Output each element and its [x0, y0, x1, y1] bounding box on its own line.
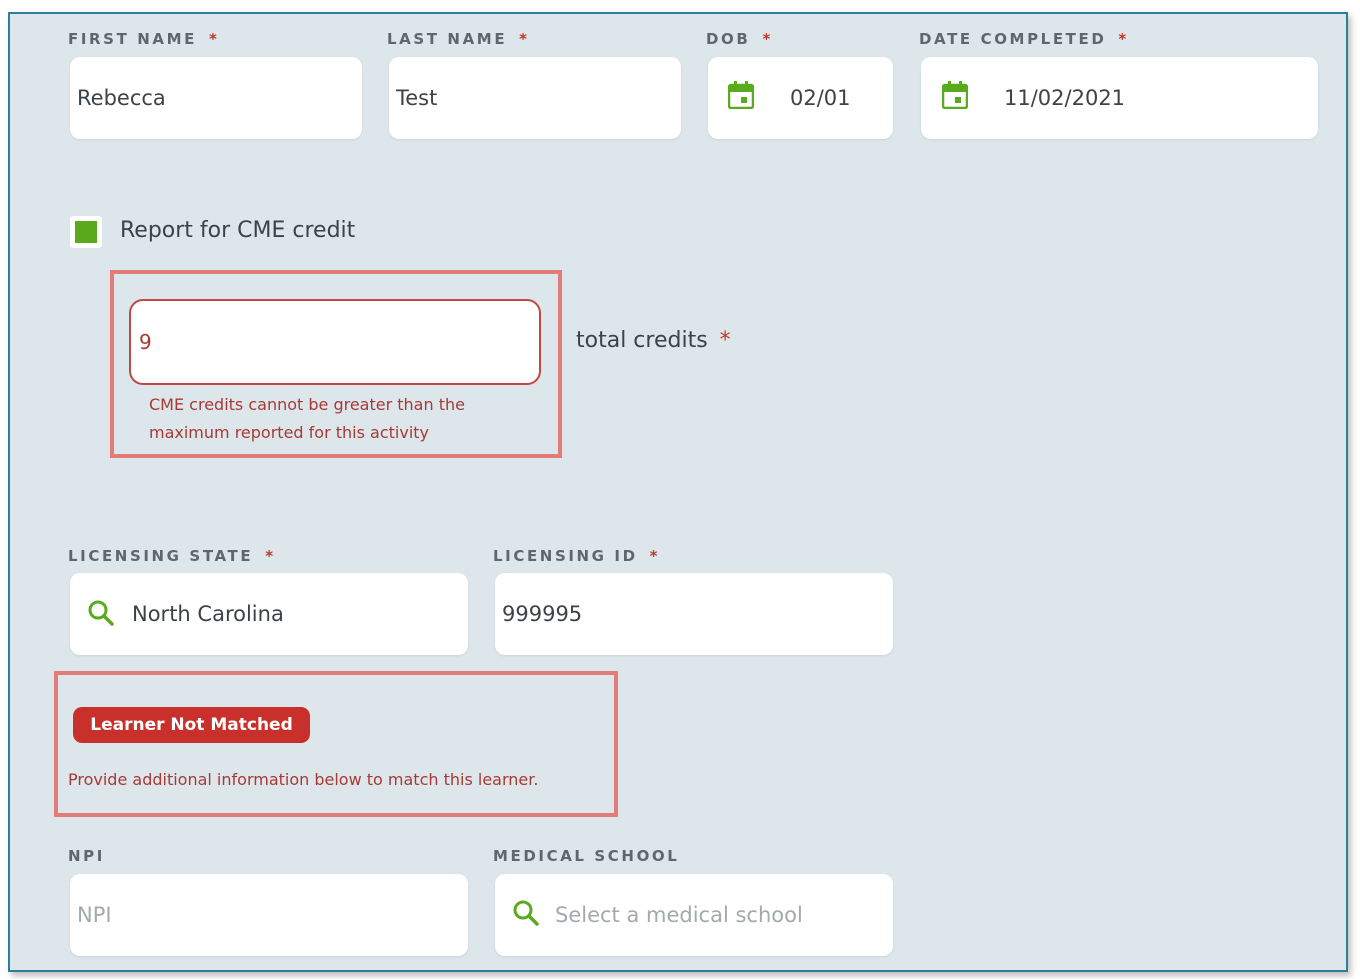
learner-not-matched-badge: Learner Not Matched [73, 707, 310, 743]
date-completed-label: DATE COMPLETED * [919, 30, 1127, 48]
licensing-state-value: North Carolina [132, 602, 284, 626]
total-credits-value: 9 [139, 330, 152, 354]
dob-label: DOB * [706, 30, 771, 48]
search-icon [88, 600, 114, 626]
checkbox-checked-mark [75, 221, 97, 243]
last-name-label: LAST NAME * [387, 30, 528, 48]
dob-value: 02/01 [790, 86, 851, 110]
credits-error-line-1: CME credits cannot be greater than the [149, 395, 465, 414]
npi-placeholder: NPI [77, 903, 112, 927]
credits-error-line-2: maximum reported for this activity [149, 423, 429, 442]
npi-field[interactable]: NPI [70, 874, 468, 956]
date-completed-field[interactable]: 11/02/2021 [921, 57, 1318, 139]
calendar-icon[interactable] [728, 81, 754, 109]
form-panel: FIRST NAME * LAST NAME * DOB * DATE COMPLET… [8, 12, 1348, 972]
licensing-id-field[interactable]: 999995 [495, 573, 893, 655]
last-name-field[interactable]: Test [389, 57, 681, 139]
medical-school-label: MEDICAL SCHOOL [493, 847, 680, 865]
first-name-value: Rebecca [77, 86, 166, 110]
total-credits-input[interactable]: 9 [129, 299, 541, 385]
medical-school-field[interactable]: Select a medical school [495, 874, 893, 956]
last-name-value: Test [396, 86, 438, 110]
total-credits-label: total credits * [576, 328, 731, 353]
date-completed-value: 11/02/2021 [1004, 86, 1126, 110]
dob-field[interactable]: 02/01 [708, 57, 893, 139]
npi-label: NPI [68, 847, 105, 865]
match-status-message: Provide additional information below to … [68, 770, 539, 789]
licensing-id-label: LICENSING ID * [493, 547, 658, 565]
licensing-id-value: 999995 [502, 602, 583, 626]
cme-credit-label[interactable]: Report for CME credit [120, 216, 355, 246]
licensing-state-label: LICENSING STATE * [68, 547, 274, 565]
match-status-highlight [54, 671, 618, 817]
calendar-icon[interactable] [942, 81, 968, 109]
first-name-label: FIRST NAME * [68, 30, 217, 48]
licensing-state-field[interactable]: North Carolina [70, 573, 468, 655]
medical-school-placeholder: Select a medical school [555, 903, 803, 927]
search-icon [513, 900, 539, 926]
first-name-field[interactable]: Rebecca [70, 57, 362, 139]
cme-credit-checkbox[interactable] [70, 216, 102, 248]
